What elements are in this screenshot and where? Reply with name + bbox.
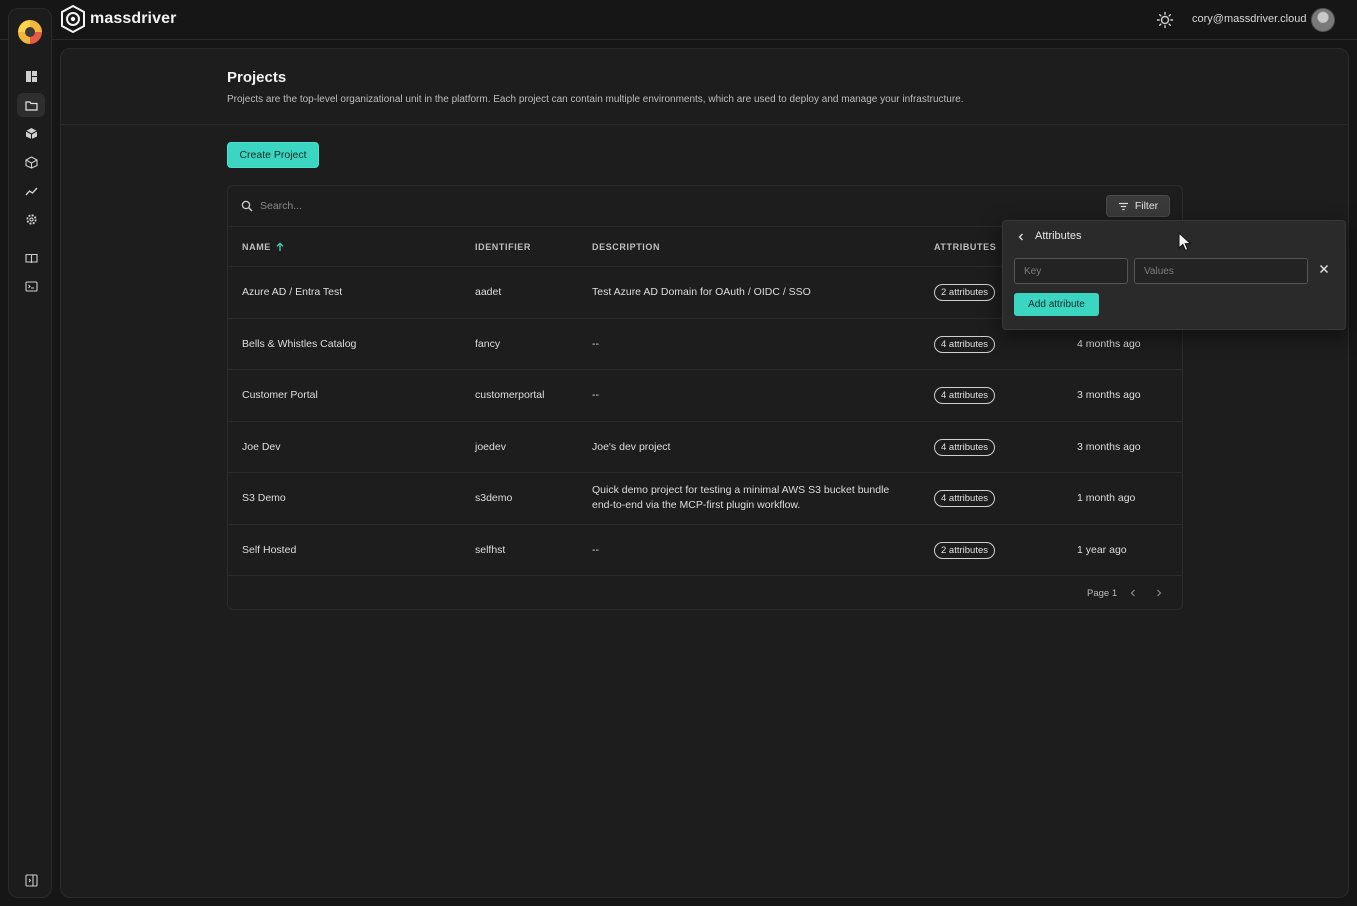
back-button[interactable]: [1015, 231, 1027, 243]
user-email[interactable]: cory@massdriver.cloud: [1192, 13, 1306, 25]
docs-icon: [24, 253, 38, 263]
chevron-left-icon: [1130, 589, 1135, 597]
search-icon: [241, 200, 253, 212]
cell-name: Azure AD / Entra Test: [242, 286, 343, 298]
prev-page-button[interactable]: [1127, 586, 1139, 600]
chevron-right-icon: [1157, 589, 1162, 597]
sidebar-item-settings[interactable]: [17, 207, 45, 231]
column-header-description[interactable]: DESCRIPTION: [592, 242, 660, 252]
add-attribute-button[interactable]: Add attribute: [1014, 293, 1099, 316]
sidebar-item-docs[interactable]: [17, 246, 45, 270]
cell-name: S3 Demo: [242, 492, 286, 504]
filter-icon: [1118, 202, 1128, 210]
projects-folder-icon: [24, 100, 38, 111]
attribute-values-input[interactable]: [1134, 258, 1308, 284]
cursor-icon: [1178, 232, 1192, 252]
collapse-sidebar-icon: [24, 873, 38, 887]
brand-logo[interactable]: massdriver: [60, 5, 176, 33]
close-icon: [1319, 264, 1329, 274]
create-project-button[interactable]: Create Project: [227, 142, 319, 168]
cell-updated: 4 months ago: [1077, 337, 1141, 350]
attributes-badge[interactable]: 4 attributes: [934, 335, 995, 353]
table-row[interactable]: S3 Demo s3demo Quick demo project for te…: [228, 473, 1182, 525]
attribute-key-input[interactable]: [1014, 258, 1128, 284]
theme-toggle-icon[interactable]: [1156, 11, 1174, 29]
cell-identifier: joedev: [475, 440, 506, 453]
massdriver-logo-icon: [61, 5, 85, 33]
popover-title: Attributes: [1035, 230, 1082, 242]
column-header-attributes[interactable]: ATTRIBUTES: [934, 242, 996, 252]
attributes-badge[interactable]: 4 attributes: [934, 387, 995, 404]
top-bar: massdriver cory@massdriver.cloud: [0, 0, 1357, 40]
cell-description: Quick demo project for testing a minimal…: [592, 484, 890, 511]
cell-identifier: selfhst: [475, 543, 506, 556]
filter-button[interactable]: Filter: [1106, 195, 1170, 217]
attributes-badge[interactable]: 4 attributes: [934, 490, 995, 507]
cell-description: Test Azure AD Domain for OAuth / OIDC / …: [592, 286, 811, 298]
settings-icon: [25, 213, 37, 225]
attributes-badge[interactable]: 2 attributes: [934, 284, 995, 301]
cell-name: Self Hosted: [242, 543, 297, 556]
page-label: Page 1: [1087, 588, 1118, 599]
bundles-icon: [25, 127, 37, 139]
cell-description: Joe's dev project: [592, 440, 671, 453]
sidebar-item-dashboard[interactable]: [17, 64, 45, 88]
cell-name: Joe Dev: [242, 440, 281, 453]
dashboard-icon: [25, 70, 37, 82]
cell-identifier: fancy: [475, 337, 501, 350]
brand-name: massdriver: [90, 10, 177, 27]
cell-identifier: s3demo: [475, 492, 513, 504]
cell-updated: 3 months ago: [1077, 440, 1141, 453]
cell-updated: 1 month ago: [1077, 492, 1136, 504]
sidebar-collapse-button[interactable]: [17, 868, 45, 892]
attributes-badge[interactable]: 2 attributes: [934, 541, 995, 559]
sidebar-item-packages[interactable]: [17, 150, 45, 174]
column-header-identifier[interactable]: IDENTIFIER: [475, 242, 531, 252]
package-icon: [24, 155, 38, 169]
attributes-badge[interactable]: 4 attributes: [934, 438, 995, 456]
terminal-icon: [24, 280, 38, 292]
search-input[interactable]: [260, 196, 560, 216]
cell-description: --: [592, 337, 599, 350]
sidebar: [8, 8, 52, 898]
header-divider: [61, 124, 1348, 125]
cell-updated: 1 year ago: [1077, 543, 1127, 556]
table-row[interactable]: Customer Portal customerportal -- 4 attr…: [228, 370, 1182, 422]
cell-updated: 3 months ago: [1077, 389, 1141, 401]
cell-description: --: [592, 389, 599, 401]
sidebar-item-terminal[interactable]: [17, 274, 45, 298]
next-page-button[interactable]: [1153, 586, 1165, 600]
cell-name: Customer Portal: [242, 389, 318, 401]
sidebar-item-projects[interactable]: [17, 93, 45, 117]
table-row[interactable]: Joe Dev joedev Joe's dev project 4 attri…: [228, 422, 1182, 473]
metrics-icon: [24, 187, 38, 195]
cell-identifier: customerportal: [475, 389, 545, 401]
pagination: Page 1: [228, 576, 1182, 609]
table-row[interactable]: Self Hosted selfhst -- 2 attributes 1 ye…: [228, 525, 1182, 576]
sidebar-item-metrics[interactable]: [17, 179, 45, 203]
cell-description: --: [592, 543, 599, 556]
sidebar-item-bundles[interactable]: [17, 121, 45, 145]
org-logo-icon[interactable]: [18, 20, 42, 44]
filter-label: Filter: [1134, 200, 1159, 212]
avatar[interactable]: [1311, 8, 1335, 32]
cell-name: Bells & Whistles Catalog: [242, 337, 357, 350]
chevron-left-icon: [1018, 233, 1023, 241]
sort-asc-icon: [276, 242, 284, 251]
page-title: Projects: [227, 69, 287, 86]
remove-attribute-button[interactable]: [1317, 262, 1331, 276]
attribute-filter-popover: Attributes Add attribute: [1002, 220, 1346, 330]
page-description: Projects are the top-level organizationa…: [227, 94, 964, 105]
main-panel: Projects Projects are the top-level orga…: [60, 48, 1349, 898]
cell-identifier: aadet: [475, 286, 502, 298]
column-header-name[interactable]: NAME: [242, 242, 285, 252]
